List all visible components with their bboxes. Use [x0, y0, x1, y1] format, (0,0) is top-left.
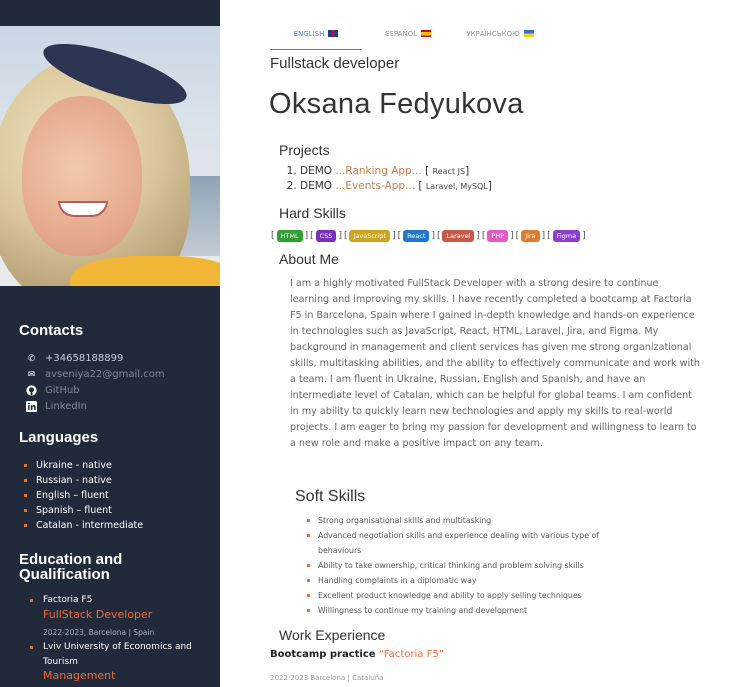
list-item: Excellent product knowledge and ability … — [307, 588, 638, 603]
list-item: Ability to take ownership, critical thin… — [307, 558, 638, 573]
list-item: Ukraine - native — [23, 458, 143, 473]
education-role: FullStack Developer — [43, 608, 153, 621]
profile-photo — [0, 26, 220, 286]
hard-skills-heading: Hard Skills — [279, 205, 346, 221]
github-icon — [26, 385, 37, 396]
tab-ukrainian[interactable]: УКРАЇНСЬКОЮ — [454, 28, 546, 50]
contact-email[interactable]: ✉ avseniya22@gmail.com — [26, 369, 165, 380]
ukraine-flag-icon — [523, 30, 534, 37]
skill-badge: React — [403, 230, 430, 242]
list-item: Strong organisational skills and multita… — [307, 513, 638, 528]
work-company: “Factoria F5” — [379, 649, 444, 660]
bullet-icon — [30, 646, 33, 649]
skill-badge: Jira — [521, 230, 540, 242]
skill-badge: PHP — [487, 230, 509, 242]
phone-icon: ✆ — [27, 353, 36, 364]
contact-phone[interactable]: ✆ +34658188899 — [26, 353, 124, 364]
tab-label: УКРАЇНСЬКОЮ — [466, 30, 520, 38]
projects-list: DEMO ...Ranking App... [ React JS] DEMO … — [288, 164, 492, 194]
work-role: Bootcamp practice — [270, 649, 380, 660]
list-item: Advanced negotiation skills and experien… — [307, 528, 638, 558]
education-school-line2: Tourism — [43, 657, 78, 667]
list-item: DEMO ...Ranking App... [ React JS] — [300, 164, 492, 179]
contact-linkedin[interactable]: LinkedIn — [26, 401, 87, 412]
project-stack: React JS — [432, 167, 466, 176]
phone-text: +34658188899 — [45, 353, 124, 364]
project-prefix: DEMO — [300, 165, 336, 177]
mail-icon: ✉ — [27, 369, 36, 380]
language-tabs: ENGLISH ESPAÑOL УКРАЇНСЬКОЮ — [270, 28, 546, 50]
project-prefix: DEMO — [300, 180, 336, 192]
skill-badge: HTML — [276, 230, 303, 242]
list-item: Willingness to continue my training and … — [307, 603, 638, 618]
tab-label: ESPAÑOL — [384, 30, 418, 38]
project-link-ranking[interactable]: ...Ranking App... — [335, 165, 421, 177]
about-text: I am a highly motivated FullStack Develo… — [290, 278, 701, 449]
work-date: 2022-2023 Barcelona | Cataluña — [270, 674, 384, 682]
education-heading-line2: Qualification — [19, 566, 110, 583]
contact-github[interactable]: GitHub — [26, 385, 80, 396]
work-item: Bootcamp practice “Factoria F5” — [270, 649, 444, 660]
languages-list: Ukraine - native Russian - native Englis… — [23, 458, 144, 533]
email-link[interactable]: avseniya22@gmail.com — [45, 369, 165, 380]
project-link-events[interactable]: ...Events-App... — [335, 180, 415, 192]
languages-heading: Languages — [19, 429, 99, 446]
list-item: Catalan - intermediate — [23, 520, 144, 531]
about-heading: About Me — [279, 251, 339, 267]
skill-badge: JavaScript — [349, 230, 391, 242]
education-date: 2022-2023, Barcelona | Spain — [43, 628, 155, 637]
education-role: Management — [43, 669, 116, 682]
list-item: Spanish – fluent — [23, 503, 143, 518]
soft-skills-list: Strong organisational skills and multita… — [307, 513, 638, 618]
sidebar: Contacts ✆ +34658188899 ✉ avseniya22@gma… — [0, 0, 220, 687]
bullet-icon — [30, 599, 33, 602]
spain-flag-icon — [421, 30, 432, 37]
job-title: Fullstack developer — [270, 55, 400, 72]
projects-heading: Projects — [279, 142, 330, 158]
tab-spanish[interactable]: ESPAÑOL — [362, 28, 454, 50]
skill-badge: CSS — [315, 230, 337, 242]
tab-label: ENGLISH — [293, 30, 325, 38]
list-item: DEMO ...Events-App... [ Laravel, MySQL] — [300, 179, 492, 194]
uk-flag-icon — [328, 30, 339, 37]
tab-english[interactable]: ENGLISH — [270, 28, 362, 50]
skill-badge: Figma — [552, 230, 581, 242]
list-item: Russian - native — [23, 473, 143, 488]
linkedin-link[interactable]: LinkedIn — [45, 401, 87, 412]
project-stack: Laravel, MySQL — [425, 182, 488, 191]
education-school: Factoria F5 — [43, 595, 93, 605]
linkedin-icon — [26, 401, 37, 412]
contacts-heading: Contacts — [19, 322, 84, 339]
work-heading: Work Experience — [279, 627, 386, 643]
hard-skills-list: [HTML] [CSS] [JavaScript] [React] [Larav… — [271, 230, 586, 242]
github-link[interactable]: GitHub — [45, 385, 80, 396]
education-school: Lviv University of Economics and — [43, 642, 192, 652]
skill-badge: Laravel — [442, 230, 475, 242]
list-item: English – fluent — [23, 488, 143, 503]
page-title: Oksana Fedyukova — [269, 88, 524, 120]
list-item: Handling complaints in a diplomatic way — [307, 573, 638, 588]
soft-skills-heading: Soft Skills — [295, 488, 366, 505]
